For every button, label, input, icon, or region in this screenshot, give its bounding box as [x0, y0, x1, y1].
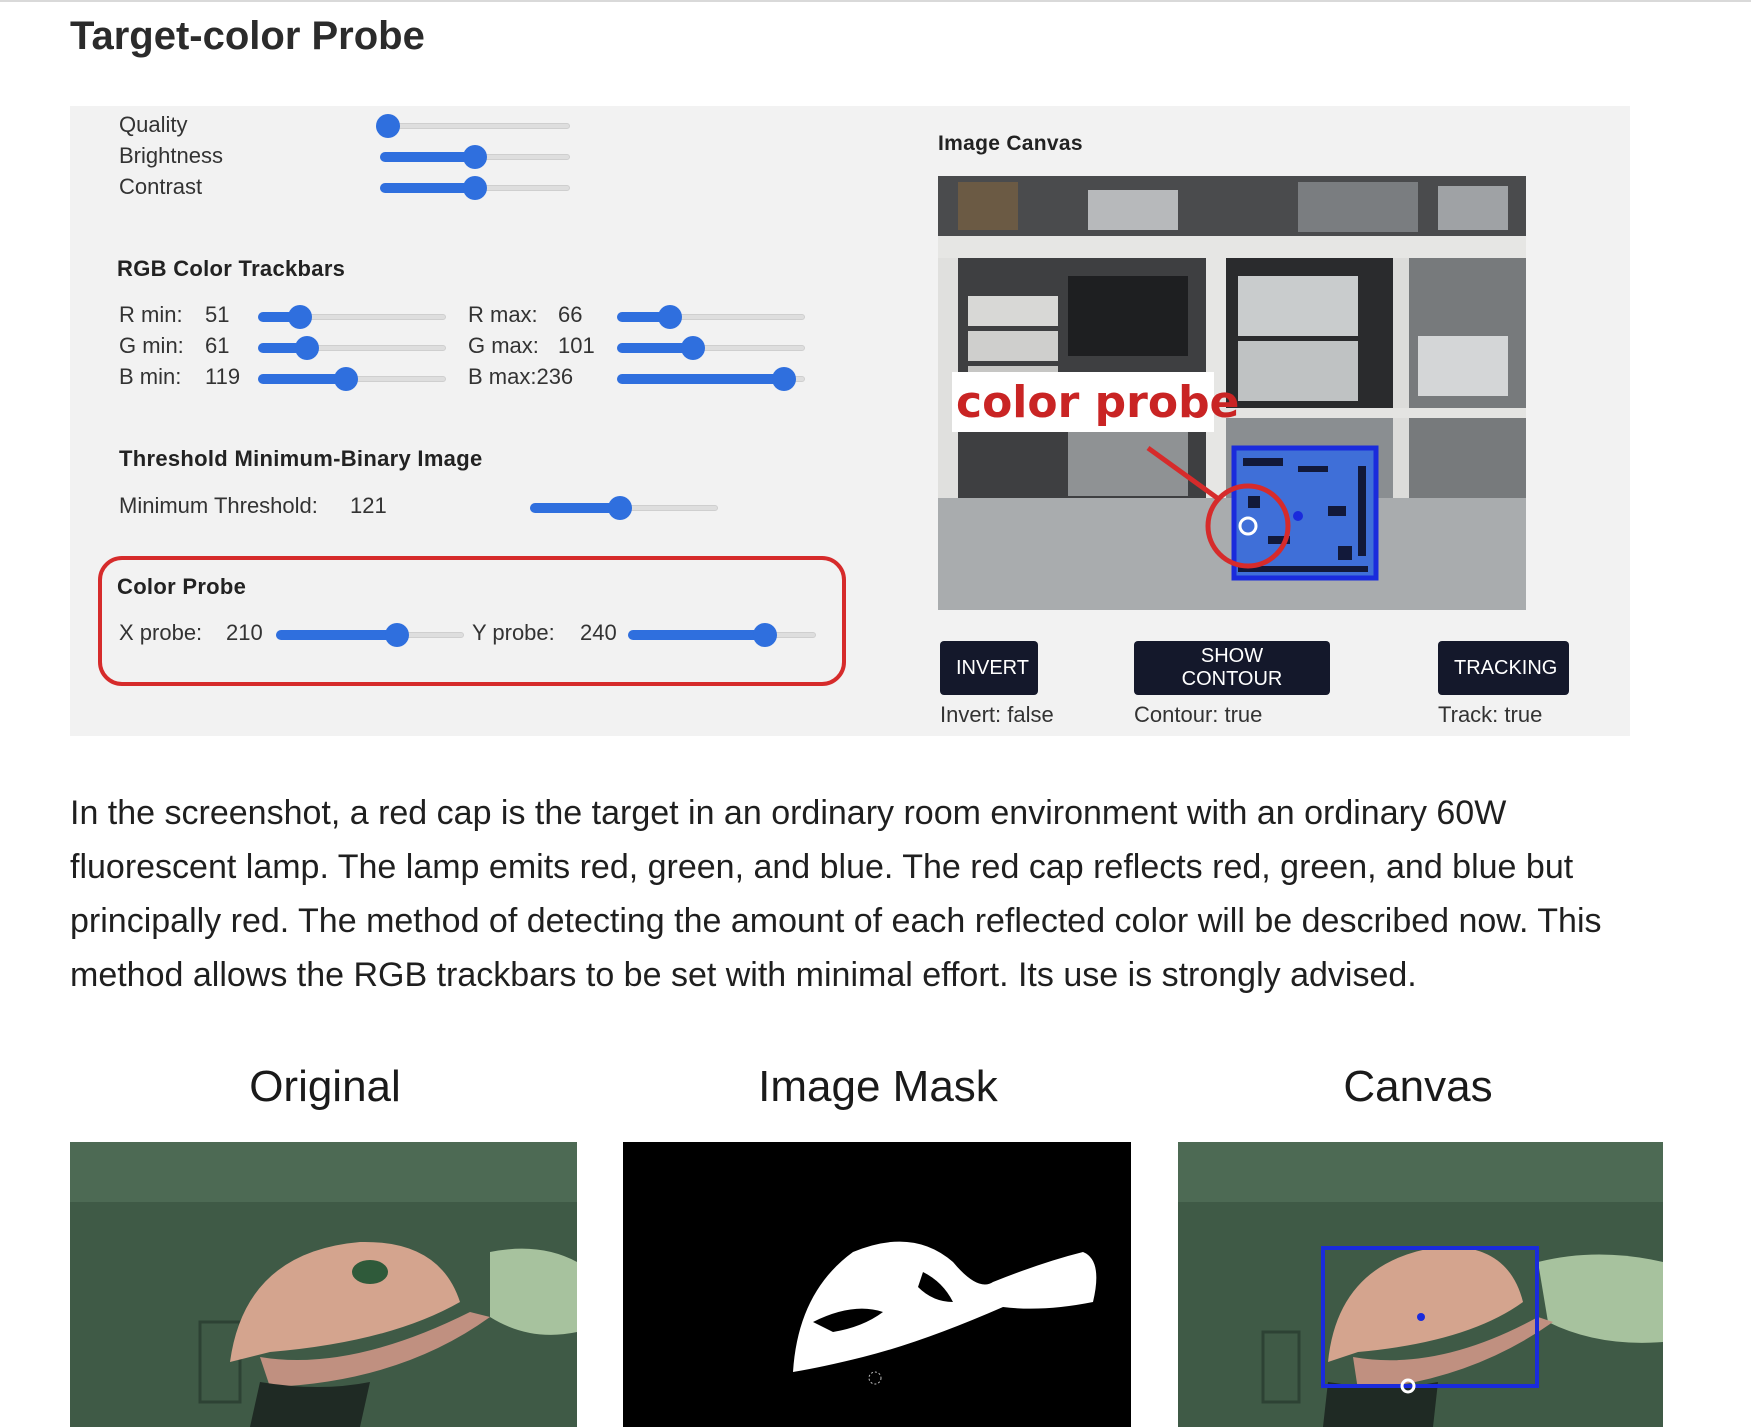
contrast-slider[interactable] — [380, 176, 570, 200]
image-canvas: color probe — [938, 176, 1526, 610]
b-min-slider[interactable] — [258, 367, 446, 391]
brightness-label: Brightness — [119, 143, 223, 168]
x-probe-label: X probe: — [119, 620, 203, 645]
invert-status: Invert: false — [940, 702, 1054, 727]
image-mask-image — [623, 1142, 1131, 1427]
mask-figure-title: Image Mask — [758, 1062, 998, 1111]
quality-slider[interactable] — [376, 114, 570, 138]
original-image — [70, 1142, 577, 1427]
body-paragraph: In the screenshot, a red cap is the targ… — [70, 794, 1602, 994]
g-max-label: G max: — [468, 333, 539, 358]
x-probe-slider[interactable] — [276, 623, 464, 647]
threshold-label: Minimum Threshold: — [119, 493, 318, 518]
original-figure-title: Original — [249, 1062, 401, 1111]
g-min-slider[interactable] — [258, 336, 446, 360]
tracking-center-dot — [1417, 1313, 1425, 1321]
x-probe-value: 210 — [226, 620, 263, 645]
r-max-value: 66 — [558, 302, 583, 327]
g-min-value: 61 — [205, 333, 230, 358]
r-min-value: 51 — [205, 302, 230, 327]
y-probe-value: 240 — [580, 620, 617, 645]
tracking-button[interactable]: TRACKING — [1438, 641, 1569, 695]
b-min-label: B min: — [119, 364, 182, 389]
invert-button[interactable]: INVERT — [940, 641, 1038, 695]
threshold-value: 121 — [350, 493, 387, 518]
b-max-label: B max:236 — [468, 364, 574, 389]
top-divider — [0, 0, 1751, 2]
quality-label: Quality — [119, 112, 188, 137]
r-max-slider[interactable] — [617, 305, 805, 329]
g-max-value: 101 — [558, 333, 595, 358]
contrast-label: Contrast — [119, 174, 203, 199]
contour-status: Contour: true — [1134, 702, 1263, 727]
g-min-label: G min: — [119, 333, 184, 358]
tracking-status: Track: true — [1438, 702, 1543, 727]
threshold-heading: Threshold Minimum-Binary Image — [119, 446, 483, 471]
g-max-slider[interactable] — [617, 336, 805, 360]
y-probe-slider[interactable] — [628, 623, 816, 647]
page-title: Target-color Probe — [70, 14, 425, 58]
canvas-result-image — [1178, 1142, 1663, 1427]
r-max-label: R max: — [468, 302, 538, 327]
y-probe-label: Y probe: — [472, 620, 555, 645]
rgb-trackbars-heading: RGB Color Trackbars — [117, 256, 346, 281]
shelf-scene-image: color probe — [938, 176, 1526, 610]
image-canvas-heading: Image Canvas — [938, 132, 1083, 155]
canvas-figure-title: Canvas — [1343, 1062, 1493, 1111]
b-min-value: 119 — [205, 364, 241, 389]
color-probe-heading: Color Probe — [117, 574, 247, 599]
ui-screenshot-panel: Quality Brightness Contrast RGB Color Tr… — [70, 106, 1630, 736]
show-contour-button[interactable]: SHOW CONTOUR — [1134, 641, 1330, 695]
b-max-slider[interactable] — [617, 367, 805, 391]
threshold-slider[interactable] — [530, 496, 718, 520]
brightness-slider[interactable] — [380, 145, 570, 169]
r-min-label: R min: — [119, 302, 183, 327]
r-min-slider[interactable] — [258, 305, 446, 329]
color-probe-annotation: color probe — [956, 377, 1239, 428]
